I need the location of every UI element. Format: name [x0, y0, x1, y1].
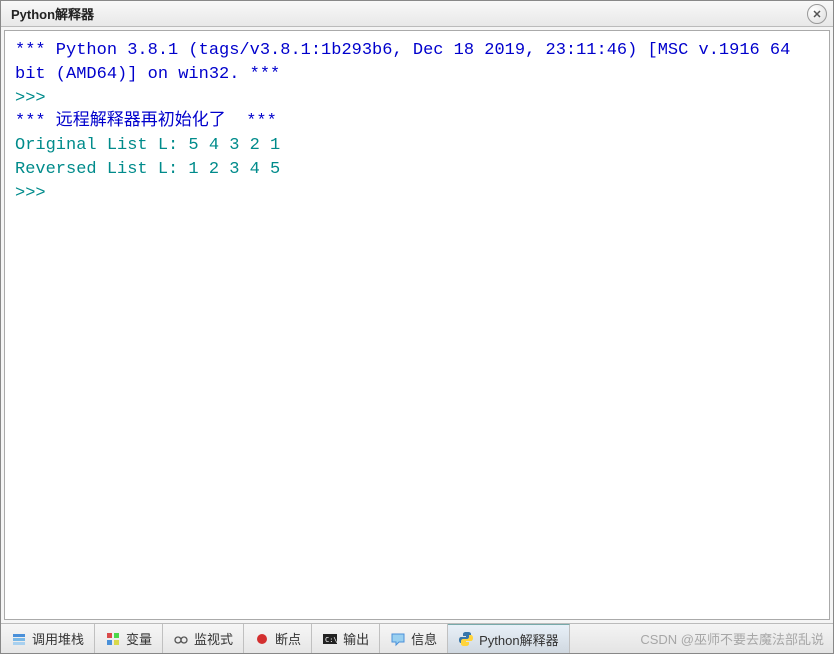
tab-variables[interactable]: 变量 — [95, 624, 163, 653]
close-button[interactable] — [807, 4, 827, 24]
tab-label: 输出 — [343, 629, 369, 648]
stack-icon — [11, 631, 27, 647]
prompt: >>> — [15, 89, 56, 108]
terminal-output: *** Python 3.8.1 (tags/v3.8.1:1b293b6, D… — [15, 39, 819, 206]
window-title: Python解释器 — [11, 4, 94, 23]
tab-label: 信息 — [411, 629, 437, 648]
tab-call-stack[interactable]: 调用堆栈 — [1, 624, 95, 653]
title-bar: Python解释器 — [1, 1, 833, 27]
version-line: *** Python 3.8.1 (tags/v3.8.1:1b293b6, D… — [15, 41, 801, 84]
svg-text:C:\: C:\ — [325, 636, 338, 644]
tab-label: Python解释器 — [479, 630, 558, 649]
close-icon — [812, 9, 822, 19]
glasses-icon — [173, 631, 189, 647]
reinit-line: *** 远程解释器再初始化了 *** — [15, 112, 277, 131]
tab-label: 监视式 — [194, 629, 233, 648]
window: Python解释器 *** Python 3.8.1 (tags/v3.8.1:… — [0, 0, 834, 654]
tab-label: 变量 — [126, 629, 152, 648]
tab-breakpoints[interactable]: 断点 — [244, 624, 312, 653]
output-line-reversed: Reversed List L: 1 2 3 4 5 — [15, 160, 280, 179]
console-area[interactable]: *** Python 3.8.1 (tags/v3.8.1:1b293b6, D… — [4, 30, 830, 620]
python-icon — [458, 631, 474, 647]
tab-output[interactable]: C:\ 输出 — [312, 624, 380, 653]
output-icon: C:\ — [322, 631, 338, 647]
breakpoint-icon — [254, 631, 270, 647]
status-bar: 调用堆栈 变量 监视式 断点 C:\ 输出 — [1, 623, 833, 653]
tab-watches[interactable]: 监视式 — [163, 624, 244, 653]
tab-python-interpreter[interactable]: Python解释器 — [448, 624, 569, 653]
output-line-original: Original List L: 5 4 3 2 1 — [15, 136, 280, 155]
tab-messages[interactable]: 信息 — [380, 624, 448, 653]
tab-label: 调用堆栈 — [32, 629, 84, 648]
variables-icon — [105, 631, 121, 647]
message-icon — [390, 631, 406, 647]
tab-label: 断点 — [275, 629, 301, 648]
prompt: >>> — [15, 184, 56, 203]
